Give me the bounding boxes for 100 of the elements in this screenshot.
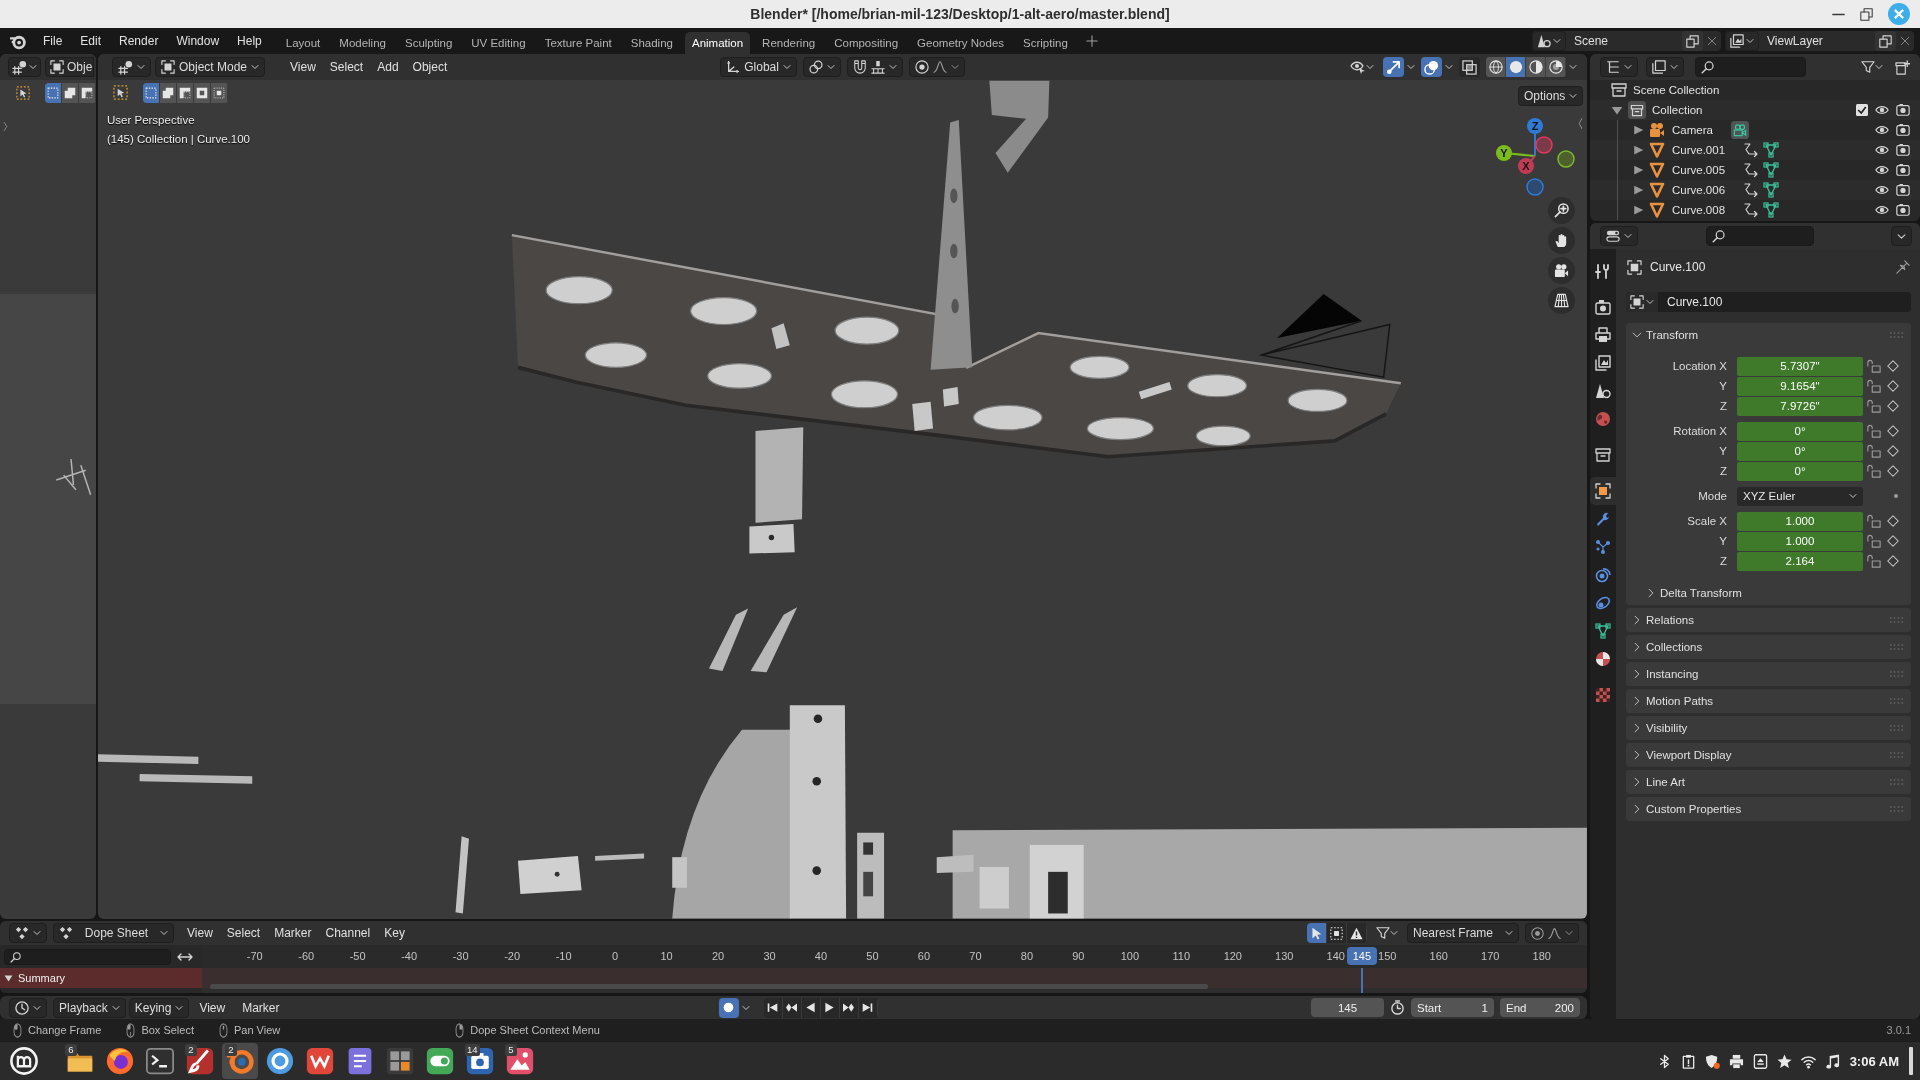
checkbox[interactable] [1856, 104, 1868, 116]
copy-icon[interactable] [1686, 34, 1699, 48]
playhead[interactable]: 145 [1346, 947, 1377, 965]
maximize-icon[interactable] [1860, 7, 1873, 21]
number-field[interactable]: 0° [1737, 461, 1863, 481]
channel-row[interactable]: Summary [0, 968, 202, 988]
render-camera-icon[interactable] [1896, 183, 1910, 197]
options-dropdown[interactable]: Options [1518, 86, 1584, 106]
padlock-icon[interactable] [1867, 444, 1881, 458]
drag-handle-icon[interactable] [1890, 778, 1903, 786]
diamond-icon[interactable] [1887, 360, 1899, 372]
orientation-dropdown[interactable]: Global [720, 57, 797, 77]
panel-header[interactable]: Viewport Display [1626, 743, 1911, 767]
render-camera-icon[interactable] [1896, 143, 1910, 157]
disclosure-triangle-icon[interactable] [1611, 105, 1623, 115]
diamond-icon[interactable] [1887, 425, 1899, 437]
eye-icon[interactable] [1875, 103, 1889, 117]
taskbar-app[interactable]: 2 [222, 1043, 258, 1079]
selection-mode-button[interactable] [160, 82, 177, 103]
editor-type-dropdown[interactable] [1600, 226, 1638, 246]
xray-toggle[interactable] [1459, 57, 1480, 77]
curve-arrow-icon[interactable] [1743, 142, 1760, 158]
display-mode-dropdown[interactable] [1646, 57, 1684, 77]
diamond-icon[interactable] [1887, 380, 1899, 392]
outliner-row[interactable]: Scene Collection [1590, 80, 1920, 100]
drag-handle-icon[interactable] [1890, 616, 1903, 624]
drag-handle-icon[interactable] [1890, 697, 1903, 705]
outliner-row[interactable]: Collection [1590, 100, 1920, 120]
menu-item[interactable]: File [34, 31, 72, 51]
remove-icon[interactable] [1900, 36, 1910, 46]
drag-handle-icon[interactable] [1890, 724, 1903, 732]
properties-tab[interactable] [1590, 477, 1616, 505]
workspace-tab[interactable]: UV Editing [464, 32, 533, 54]
vertex-triangle-icon[interactable] [1763, 162, 1780, 178]
number-field[interactable]: 1.000 [1737, 531, 1863, 551]
zoom-button[interactable] [1548, 197, 1575, 224]
disclosure-triangle-icon[interactable] [1632, 145, 1644, 155]
menu-item[interactable]: Marker [267, 926, 319, 940]
shading-button[interactable] [1526, 57, 1546, 77]
caret-icon[interactable] [741, 1003, 750, 1012]
editor-type-dropdown[interactable] [1600, 57, 1638, 77]
panel-header[interactable]: Visibility [1626, 716, 1911, 740]
camera-tile-icon[interactable] [1730, 121, 1749, 139]
menu-item[interactable]: Add [370, 60, 406, 74]
only-errors-toggle[interactable] [1347, 923, 1367, 943]
menu-dropdown[interactable]: Playback [53, 997, 126, 1018]
rotation-mode-dropdown[interactable]: XYZ Euler [1737, 486, 1863, 506]
shading-button[interactable] [1546, 57, 1566, 77]
end-frame-field[interactable]: End 200 [1500, 998, 1580, 1017]
menu-item[interactable]: Render [110, 31, 168, 51]
dot-icon[interactable] [1894, 494, 1898, 498]
printer-icon[interactable] [1728, 1053, 1744, 1069]
selection-mode-button[interactable] [177, 82, 194, 103]
number-field[interactable]: 0° [1737, 421, 1863, 441]
padlock-icon[interactable] [1867, 514, 1881, 528]
number-field[interactable]: 0° [1737, 441, 1863, 461]
channel-search-field[interactable] [4, 949, 171, 965]
menu-item[interactable]: Key [377, 926, 412, 940]
chevron-left-icon[interactable] [1577, 118, 1584, 129]
disclosure-triangle-icon[interactable] [1632, 165, 1644, 175]
taskbar-app[interactable]: 5 [502, 1043, 538, 1079]
new-collection-button[interactable] [1892, 57, 1913, 77]
drag-handle-icon[interactable] [1890, 643, 1903, 651]
caret-icon[interactable] [1407, 63, 1415, 71]
drag-handle-icon[interactable] [1890, 331, 1903, 339]
panel-header[interactable]: Line Art [1626, 770, 1911, 794]
diamond-icon[interactable] [1887, 535, 1899, 547]
overlay-toggle[interactable] [1421, 57, 1442, 77]
number-field[interactable]: 5.7307" [1737, 356, 1863, 376]
clipboard-icon[interactable] [1680, 1053, 1696, 1069]
eye-icon[interactable] [1875, 123, 1889, 137]
outliner-row[interactable]: Camera [1590, 120, 1920, 140]
menu-item[interactable]: View [283, 60, 323, 74]
padlock-icon[interactable] [1867, 399, 1881, 413]
menu-dropdown[interactable]: Keying [128, 997, 190, 1018]
menu-item[interactable]: Channel [318, 926, 378, 940]
scene-selector[interactable]: Scene [1532, 31, 1721, 51]
name-field[interactable]: Curve.100 [1626, 292, 1911, 312]
workspace-tab[interactable]: Texture Paint [537, 32, 619, 54]
add-icon[interactable] [1085, 35, 1098, 47]
wifi-icon[interactable] [1800, 1053, 1816, 1069]
scrollbar[interactable] [210, 984, 1208, 989]
start-frame-field[interactable]: Start 1 [1411, 998, 1494, 1017]
stopwatch-icon[interactable] [1390, 1000, 1405, 1015]
eye-icon[interactable] [1875, 183, 1889, 197]
pin-icon[interactable] [1896, 260, 1910, 274]
selection-mode-button[interactable] [79, 82, 96, 103]
mode-dropdown[interactable]: Obje [45, 57, 95, 77]
diamond-icon[interactable] [1887, 445, 1899, 457]
curve-arrow-icon[interactable] [1743, 162, 1760, 178]
number-field[interactable]: 2.164 [1737, 551, 1863, 571]
render-camera-icon[interactable] [1896, 203, 1910, 217]
eye-icon[interactable] [1875, 203, 1889, 217]
menu-item[interactable]: Marker [235, 1000, 287, 1015]
3d-viewport[interactable]: Object Mode View Select Add Object Global User Perspective (145) Collection | Curve.100 Options Z Y X [98, 54, 1587, 919]
menu-item[interactable]: Edit [71, 31, 111, 51]
proportional-edit-dropdown[interactable] [1525, 923, 1579, 943]
only-selected-toggle[interactable] [1307, 923, 1327, 943]
workspace-tab[interactable]: Animation [684, 32, 751, 54]
taskbar-app[interactable]: 2 [182, 1043, 218, 1079]
